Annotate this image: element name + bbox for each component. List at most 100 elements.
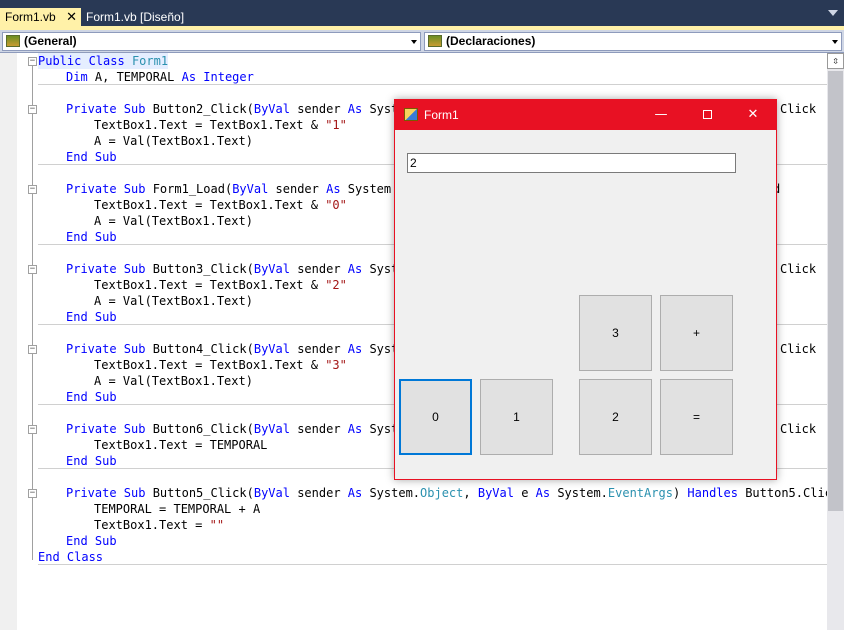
window-title: Form1 (424, 108, 459, 122)
keyword: As (326, 182, 341, 196)
code-text: System. (550, 486, 608, 500)
keyword: Private Sub (66, 342, 146, 356)
minimize-button[interactable]: — (638, 100, 684, 130)
chevron-down-icon[interactable] (411, 40, 417, 44)
close-icon[interactable]: ✕ (66, 8, 77, 26)
close-button[interactable]: ✕ (730, 100, 776, 130)
collapse-icon[interactable]: − (28, 185, 37, 194)
code-line: Private Sub Button4_Click(ByVal sender A… (66, 341, 406, 357)
type-name: EventArgs (607, 486, 673, 500)
code-text: Form1_Load( (145, 182, 233, 196)
code-line: Private Sub Button2_Click(ByVal sender A… (66, 101, 406, 117)
button-plus[interactable]: + (660, 295, 733, 371)
code-line: End Sub (66, 230, 117, 244)
chevron-down-icon[interactable] (828, 10, 838, 16)
collapse-icon[interactable]: − (28, 105, 37, 114)
code-line: TextBox1.Text = TextBox1.Text & "0" (94, 197, 347, 213)
code-text: TextBox1.Text = TextBox1.Text & (94, 358, 326, 372)
code-line: A = Val(TextBox1.Text) (94, 214, 253, 228)
code-line: Dim A, TEMPORAL As Integer (66, 69, 254, 85)
collapse-icon[interactable]: − (28, 425, 37, 434)
code-text: Button2_Click( (145, 102, 254, 116)
keyword: Private Sub (66, 486, 146, 500)
code-text: sender (289, 262, 348, 276)
button-3[interactable]: 3 (579, 295, 652, 371)
button-1[interactable]: 1 (480, 379, 553, 455)
keyword: ByVal (232, 182, 269, 196)
code-text: Button5_Click( (145, 486, 254, 500)
outline-line (32, 66, 33, 560)
tab-form1-design[interactable]: Form1.vb [Diseño] (81, 8, 185, 26)
button-0[interactable]: 0 (399, 379, 472, 455)
class-icon (6, 35, 20, 47)
code-text: System. (362, 486, 421, 500)
type-name: Object (420, 486, 464, 500)
collapse-icon[interactable]: − (28, 345, 37, 354)
form1-title-bar[interactable]: Form1 — ✕ (395, 100, 776, 130)
code-line: End Sub (66, 534, 117, 548)
code-line: TextBox1.Text = "" (94, 517, 224, 533)
code-line: End Sub (66, 310, 117, 324)
code-text: TextBox1.Text = TextBox1.Text & (94, 198, 326, 212)
code-line: TextBox1.Text = TextBox1.Text & "3" (94, 357, 347, 373)
code-line: A = Val(TextBox1.Text) (94, 134, 253, 148)
tab-label: Form1.vb (5, 10, 56, 24)
code-text: Button4_Click( (145, 342, 254, 356)
collapse-icon[interactable]: − (28, 265, 37, 274)
maximize-button[interactable] (684, 100, 730, 130)
vertical-scrollbar[interactable]: ⇳ (827, 53, 844, 630)
code-text: Button6_Click( (145, 422, 254, 436)
tab-form1-vb[interactable]: Form1.vb ✕ (0, 8, 81, 26)
keyword: ByVal (253, 422, 290, 436)
code-text: Button5.Click (737, 486, 840, 500)
type-name: Form1 (131, 54, 169, 68)
keyword: ByVal (253, 102, 290, 116)
code-line: End Sub (66, 150, 117, 164)
class-name-combo[interactable]: (General) (2, 32, 421, 51)
code-line: Private Sub Button3_Click(ByVal sender A… (66, 261, 406, 277)
keyword: As (347, 102, 363, 116)
scroll-thumb[interactable] (828, 71, 843, 511)
keyword: Public Class (38, 54, 125, 68)
code-line: TEMPORAL = TEMPORAL + A (94, 502, 261, 516)
keyword: ByVal (253, 486, 290, 500)
keyword: Private Sub (66, 182, 146, 196)
keyword: ByVal (253, 342, 290, 356)
minimize-icon: — (654, 107, 668, 122)
code-line-tail: Click (780, 262, 817, 276)
keyword: As (535, 486, 551, 500)
code-text: TextBox1.Text = TextBox1.Text & (94, 118, 326, 132)
keyword: ByVal (477, 486, 514, 500)
chevron-down-icon[interactable] (832, 40, 838, 44)
string-literal: "2" (325, 278, 347, 292)
collapse-icon[interactable]: − (28, 57, 37, 66)
code-line: TextBox1.Text = TextBox1.Text & "1" (94, 117, 347, 133)
button-equals[interactable]: = (660, 379, 733, 455)
tab-label: Form1.vb [Diseño] (86, 10, 185, 24)
code-line: A = Val(TextBox1.Text) (94, 294, 253, 308)
form1-window: Form1 — ✕ 2 3 + 0 1 2 = (394, 99, 777, 480)
button-2[interactable]: 2 (579, 379, 652, 455)
collapse-icon[interactable]: − (28, 489, 37, 498)
code-text: sender (289, 486, 348, 500)
code-line: TextBox1.Text = TEMPORAL (94, 438, 268, 452)
close-icon: ✕ (747, 107, 759, 122)
code-line: Public Class Form1 (38, 53, 169, 69)
code-text: ) (672, 486, 688, 500)
string-literal: "0" (325, 198, 347, 212)
keyword: As (347, 262, 363, 276)
keyword: As (347, 422, 363, 436)
code-line: End Sub (66, 454, 117, 468)
app-icon (404, 108, 418, 121)
method-name-combo[interactable]: (Declaraciones) (424, 32, 842, 51)
split-icon[interactable]: ⇳ (827, 53, 844, 69)
code-text: sender (289, 422, 348, 436)
code-line-tail: Click (780, 422, 817, 436)
document-tab-strip: Form1.vb ✕ Form1.vb [Diseño] (0, 0, 844, 30)
textbox1[interactable]: 2 (407, 153, 736, 173)
code-text: e (513, 486, 536, 500)
keyword: Handles (687, 486, 738, 500)
string-literal: "" (209, 518, 225, 532)
procedure-separator (38, 564, 827, 565)
code-text: sender (289, 102, 348, 116)
